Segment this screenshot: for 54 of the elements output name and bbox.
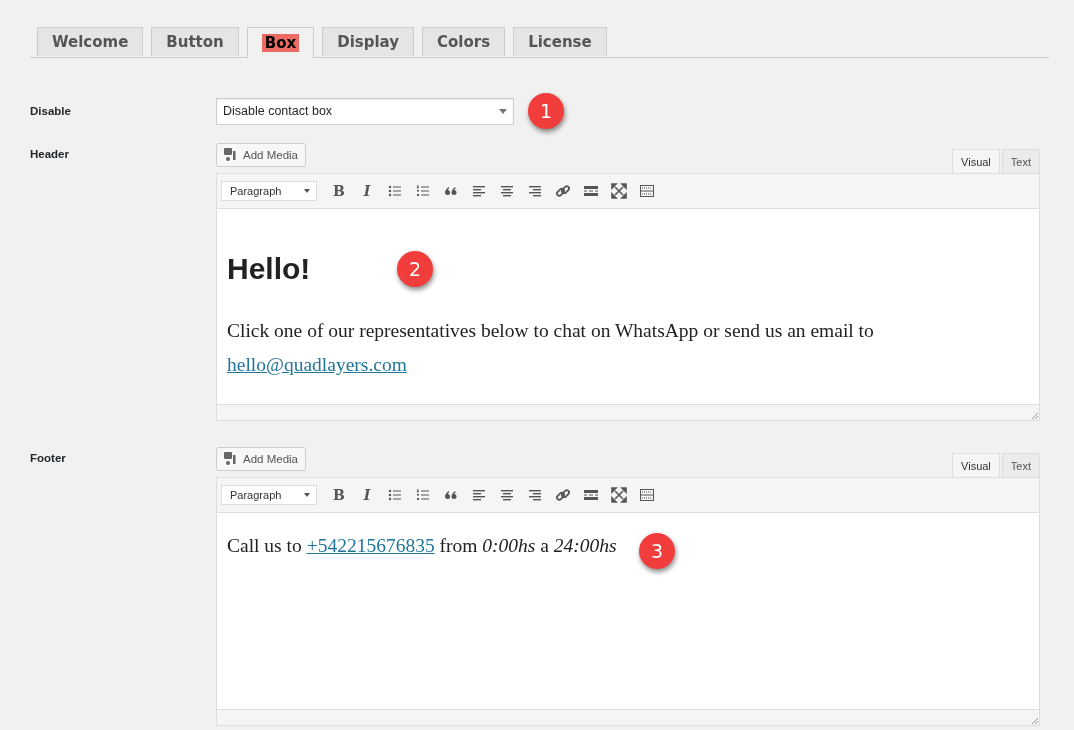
media-icon	[224, 148, 238, 162]
editor-content[interactable]: Call us to +542215676835 from 0:00hs a 24:00hs 3	[217, 513, 1039, 709]
media-icon	[224, 452, 238, 466]
bold-icon[interactable]: B	[331, 183, 347, 199]
format-select[interactable]: Paragraph	[221, 181, 317, 201]
resize-handle-icon[interactable]	[1029, 410, 1039, 420]
content-paragraph: Call us to +542215676835 from 0:00hs a 24:00hs	[227, 534, 617, 558]
editor-mode-tab[interactable]: Visual	[952, 149, 1000, 173]
editor-mode-tab[interactable]: Visual	[952, 453, 1000, 477]
editor-mode-tab[interactable]: Text	[1001, 149, 1040, 173]
keyboard-icon[interactable]	[639, 183, 655, 199]
fullscreen-icon[interactable]	[611, 183, 627, 199]
nav-tab[interactable]: License	[513, 27, 607, 56]
align-center-icon[interactable]	[499, 183, 515, 199]
add-media-button[interactable]: Add Media	[216, 143, 306, 167]
nav-tab[interactable]: Welcome	[37, 27, 144, 56]
content-link[interactable]: +542215676835	[306, 535, 435, 556]
align-right-icon[interactable]	[527, 183, 543, 199]
align-left-icon[interactable]	[471, 487, 487, 503]
field-label: Header	[30, 147, 70, 162]
read-more-icon[interactable]	[583, 183, 599, 199]
nav-tab[interactable]: Colors	[422, 27, 506, 56]
italic-icon[interactable]: I	[359, 183, 375, 199]
callout-badge: 3	[639, 533, 675, 569]
field-label: Footer	[30, 451, 67, 466]
italic-icon[interactable]: I	[359, 487, 375, 503]
format-select[interactable]: Paragraph	[221, 485, 317, 505]
nav-tab[interactable]: Button	[151, 27, 239, 56]
numbered-list-icon[interactable]	[415, 183, 431, 199]
content-link[interactable]: hello@quadlayers.com	[227, 354, 407, 375]
editor-mode-tab[interactable]: Text	[1001, 453, 1040, 477]
field-label: Disable	[30, 105, 72, 117]
read-more-icon[interactable]	[583, 487, 599, 503]
callout-badge: 1	[528, 93, 564, 129]
align-left-icon[interactable]	[471, 183, 487, 199]
bold-icon[interactable]: B	[331, 487, 347, 503]
bulleted-list-icon[interactable]	[387, 487, 403, 503]
resize-handle-icon[interactable]	[1029, 715, 1039, 725]
add-media-button[interactable]: Add Media	[216, 447, 306, 471]
numbered-list-icon[interactable]	[415, 487, 431, 503]
align-right-icon[interactable]	[527, 487, 543, 503]
fullscreen-icon[interactable]	[611, 487, 627, 503]
align-center-icon[interactable]	[499, 487, 515, 503]
keyboard-icon[interactable]	[639, 487, 655, 503]
link-icon[interactable]	[555, 487, 571, 503]
editor-content[interactable]: Hello! Click one of our representatives below to chat on WhatsApp or send us an email to hello@quadlayers.com 2	[217, 209, 1039, 404]
link-icon[interactable]	[555, 183, 571, 199]
bulleted-list-icon[interactable]	[387, 183, 403, 199]
callout-badge: 2	[397, 251, 433, 287]
content-heading: Hello!	[227, 252, 311, 286]
nav-tab[interactable]: Box	[246, 27, 315, 58]
disable-select[interactable]: Disable contact box	[216, 97, 514, 125]
nav-tab[interactable]: Display	[322, 27, 415, 56]
content-paragraph: Click one of our representatives below to chat on WhatsApp or send us an email to hello@quadlayers.com	[227, 319, 875, 377]
